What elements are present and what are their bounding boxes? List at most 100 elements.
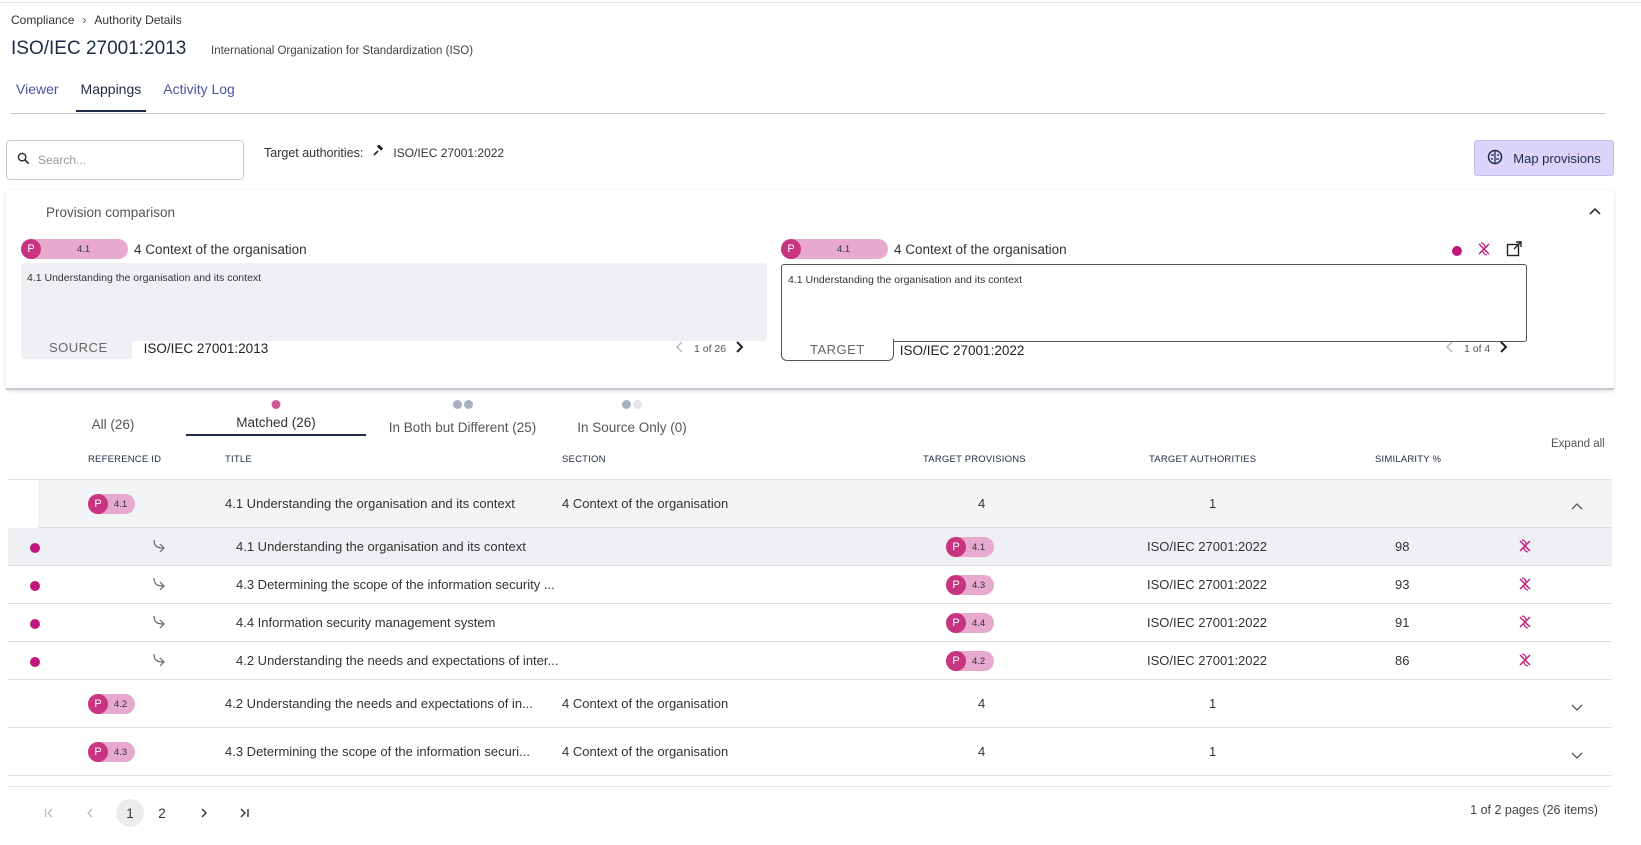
table-row-mapping[interactable]: 4.1 Understanding the organisation and i… xyxy=(8,528,1612,566)
status-dot xyxy=(30,581,40,591)
row-section: 4 Context of the organisation xyxy=(562,496,729,511)
chevron-right-icon[interactable] xyxy=(736,341,744,356)
chevron-right-icon[interactable] xyxy=(1500,341,1508,356)
last-page-icon[interactable] xyxy=(230,799,258,827)
unlink-icon[interactable] xyxy=(1517,652,1533,671)
page-title: ISO/IEC 27001:2013 xyxy=(11,38,187,59)
mapping-authority: ISO/IEC 27001:2022 xyxy=(1147,539,1267,554)
provision-badge: P 4.3 xyxy=(946,575,994,595)
mapping-similarity: 93 xyxy=(1395,577,1410,592)
mapping-arrow-icon xyxy=(151,538,169,557)
target-pager: 1 of 4 xyxy=(1445,341,1508,356)
main-tabs: Viewer Mappings Activity Log xyxy=(11,78,252,112)
table-row-group[interactable]: P 4.2 4.2 Understanding the needs and ex… xyxy=(8,680,1612,728)
col-reference-id[interactable]: REFERENCE ID xyxy=(88,454,161,465)
chevron-down-icon[interactable] xyxy=(1571,700,1583,715)
page-2-button[interactable]: 2 xyxy=(148,799,176,827)
col-title[interactable]: TITLE xyxy=(225,454,252,465)
chevron-up-icon[interactable] xyxy=(1588,204,1602,218)
pagination-info: 1 of 2 pages (26 items) xyxy=(1470,803,1598,817)
chevron-down-icon[interactable] xyxy=(1571,748,1583,763)
mapping-arrow-icon xyxy=(151,652,169,671)
target-provision: P 4.1 4 Context of the organisation xyxy=(781,239,1067,259)
provision-badge: P 4.1 xyxy=(946,537,994,557)
tab-viewer[interactable]: Viewer xyxy=(11,78,64,112)
provision-number: 4.2 xyxy=(114,698,128,710)
row-title: 4.2 Understanding the needs and expectat… xyxy=(225,696,533,711)
provision-number: 4.3 xyxy=(114,746,128,758)
target-title: 4 Context of the organisation xyxy=(894,241,1067,257)
col-similarity[interactable]: SIMILARITY % xyxy=(1375,454,1441,465)
target-authority-chip[interactable]: ISO/IEC 27001:2022 xyxy=(373,144,504,160)
unlink-icon[interactable] xyxy=(1517,576,1533,595)
target-pager-label: 1 of 4 xyxy=(1464,342,1491,355)
provision-letter: P xyxy=(88,742,108,762)
provision-letter: P xyxy=(781,239,801,259)
page-1-button[interactable]: 1 xyxy=(116,799,144,827)
chevron-right-icon: › xyxy=(82,13,87,27)
table-row-group[interactable]: P 4.1 4.1 Understanding the organisation… xyxy=(38,480,1612,528)
mappings-table: REFERENCE ID TITLE SECTION TARGET PROVIS… xyxy=(8,438,1612,776)
row-target-provisions: 4 xyxy=(978,496,986,511)
mapping-authority: ISO/IEC 27001:2022 xyxy=(1147,653,1267,668)
row-target-provisions: 4 xyxy=(978,696,986,711)
tab-in-source-only[interactable]: In Source Only (0) xyxy=(559,400,705,436)
mapping-authority: ISO/IEC 27001:2022 xyxy=(1147,577,1267,592)
col-target-authorities[interactable]: TARGET AUTHORITIES xyxy=(1149,454,1256,465)
top-divider xyxy=(0,0,1641,3)
search-icon xyxy=(17,152,30,168)
mapping-title: 4.1 Understanding the organisation and i… xyxy=(236,539,526,554)
provision-letter: P xyxy=(88,494,108,514)
tab-in-both-different[interactable]: In Both but Different (25) xyxy=(366,400,559,436)
source-title: 4 Context of the organisation xyxy=(134,241,307,257)
provision-number: 4.3 xyxy=(972,579,986,591)
chevron-left-icon[interactable] xyxy=(76,799,104,827)
external-link-icon[interactable] xyxy=(1506,241,1522,260)
target-footer: TARGET ISO/IEC 27001:2022 xyxy=(781,339,1024,361)
table-row-mapping[interactable]: 4.3 Determining the scope of the informa… xyxy=(8,566,1612,604)
provision-number: 4.1 xyxy=(114,498,128,510)
source-footer: SOURCE ISO/IEC 27001:2013 xyxy=(21,337,268,359)
tab-activity-log[interactable]: Activity Log xyxy=(158,78,240,112)
search-box[interactable] xyxy=(6,140,244,180)
unlink-icon[interactable] xyxy=(1517,614,1533,633)
unlink-icon[interactable] xyxy=(1476,241,1492,260)
map-provisions-button[interactable]: Map provisions xyxy=(1474,140,1614,176)
chevron-right-icon[interactable] xyxy=(190,799,218,827)
first-page-icon[interactable] xyxy=(36,799,64,827)
mapping-similarity: 91 xyxy=(1395,615,1410,630)
chevron-left-icon[interactable] xyxy=(675,341,684,356)
breadcrumb-current: Authority Details xyxy=(94,13,182,27)
source-text-box: 4.1 Understanding the organisation and i… xyxy=(21,263,767,341)
status-dot xyxy=(30,619,40,629)
col-target-provisions[interactable]: TARGET PROVISIONS xyxy=(923,454,1026,465)
provision-letter: P xyxy=(21,239,41,259)
row-title: 4.3 Determining the scope of the informa… xyxy=(225,744,530,759)
row-target-authorities: 1 xyxy=(1209,696,1217,711)
unlink-icon[interactable] xyxy=(1517,538,1533,557)
search-input[interactable] xyxy=(38,153,238,167)
table-row-mapping[interactable]: 4.2 Understanding the needs and expectat… xyxy=(8,642,1612,680)
provision-number: 4.1 xyxy=(972,541,986,553)
tab-all[interactable]: All (26) xyxy=(40,400,186,436)
table-row-mapping[interactable]: 4.4 Information security management syst… xyxy=(8,604,1612,642)
breadcrumb-compliance[interactable]: Compliance xyxy=(11,13,74,27)
source-only-dots-icon xyxy=(622,400,642,409)
provision-number: 4.1 xyxy=(77,243,91,255)
provision-number: 4.1 xyxy=(837,243,851,255)
tab-matched[interactable]: Matched (26) xyxy=(186,400,366,436)
source-authority: ISO/IEC 27001:2013 xyxy=(143,340,269,356)
col-section[interactable]: SECTION xyxy=(562,454,606,465)
chevron-up-icon[interactable] xyxy=(1571,498,1583,513)
brain-icon xyxy=(1487,149,1503,168)
provision-number: 4.4 xyxy=(972,617,986,629)
provision-letter: P xyxy=(946,613,966,633)
provision-comparison-panel: Provision comparison P 4.1 4 Context of … xyxy=(6,190,1614,390)
table-header: REFERENCE ID TITLE SECTION TARGET PROVIS… xyxy=(8,438,1612,480)
table-footer: 1 2 1 of 2 pages (26 items) xyxy=(8,786,1612,836)
tab-mappings[interactable]: Mappings xyxy=(75,78,147,112)
mapping-similarity: 86 xyxy=(1395,653,1410,668)
chevron-left-icon[interactable] xyxy=(1445,341,1454,356)
table-row-group[interactable]: P 4.3 4.3 Determining the scope of the i… xyxy=(8,728,1612,776)
mapping-similarity: 98 xyxy=(1395,539,1410,554)
